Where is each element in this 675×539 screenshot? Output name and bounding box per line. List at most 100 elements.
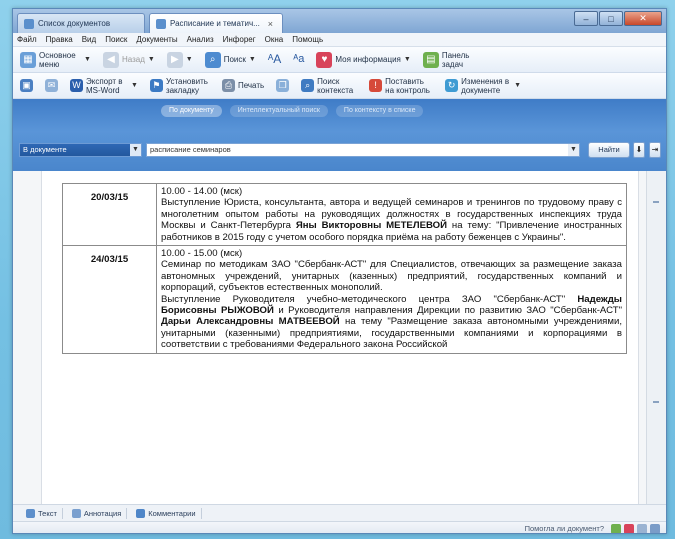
control-flag-icon: ! — [369, 79, 383, 92]
tab-label: Аннотация — [83, 508, 122, 518]
right-scroll-panel[interactable] — [646, 171, 666, 504]
search-mode-smart[interactable]: Интеллектуальный поиск — [229, 105, 328, 117]
forward-button[interactable]: ▶ ▼ — [164, 50, 196, 70]
tab-text[interactable]: Текст — [21, 507, 63, 519]
bookmark-icon: ⚑ — [149, 79, 163, 92]
bookmark-button[interactable]: ⚑ Установить закладку — [147, 75, 213, 97]
schedule-date: 20/03/15 — [62, 182, 157, 247]
chevron-down-icon: ▼ — [185, 56, 193, 63]
copy-icon: ❐ — [276, 79, 290, 92]
schedule-date: 24/03/15 — [62, 245, 157, 354]
control-button[interactable]: ! Поставить на контроль — [366, 75, 436, 97]
font-decrease-button[interactable]: ᴬa — [290, 53, 307, 66]
main-menu-button[interactable]: ▦ Основное меню ▼ — [17, 49, 94, 71]
printer-icon: ⎙ — [221, 79, 235, 92]
menu-analysis[interactable]: Анализ — [187, 35, 214, 44]
search-button[interactable]: ⌕ Поиск ▼ — [202, 50, 259, 70]
search-input[interactable]: расписание семинаров ▼ — [146, 143, 580, 157]
search-label: Поиск — [223, 55, 246, 64]
speaker-name: Дарьи Александровны МАТВЕЕВОЙ — [161, 316, 340, 328]
font-increase-button[interactable]: ᴬA — [265, 53, 284, 66]
context-search-label: Поиск контекста — [317, 76, 354, 95]
task-panel-label: Панель задач — [441, 50, 470, 69]
changes-icon: ↻ — [445, 79, 459, 92]
table-row: 24/03/15 10.00 - 15.00 (мск) Семинар по … — [62, 245, 627, 354]
schedule-time: 10.00 - 15.00 (мск) — [161, 248, 243, 260]
schedule-table: 20/03/15 10.00 - 14.00 (мск) Выступление… — [62, 182, 627, 354]
annotation-icon — [71, 508, 81, 518]
export-label: Экспорт в MS-Word — [86, 76, 123, 95]
tab-annotation[interactable]: Аннотация — [67, 507, 128, 519]
task-panel-button[interactable]: ▤ Панель задач — [420, 49, 479, 71]
status-bar: Помогла ли документ? — [13, 521, 666, 533]
control-label: Поставить на контроль — [385, 76, 430, 95]
arrow-right-icon: ⇥ — [651, 145, 659, 154]
export-word-button[interactable]: W Экспорт в MS-Word ▼ — [67, 75, 141, 97]
menu-edit[interactable]: Правка — [46, 35, 73, 44]
tab-document-list[interactable]: Список документов — [17, 13, 145, 33]
tab-label: Список документов — [38, 19, 111, 28]
bottom-tabs: Текст Аннотация Комментарии — [13, 504, 666, 521]
thumbs-down-icon[interactable] — [624, 524, 634, 533]
menu-file[interactable]: Файл — [17, 35, 37, 44]
zoom-icon[interactable] — [637, 524, 647, 533]
chevron-down-icon: ▼ — [130, 144, 141, 156]
search-mode-tabs: По документу Интеллектуальный поиск По к… — [161, 105, 424, 117]
schedule-time: 10.00 - 14.00 (мск) — [161, 186, 243, 197]
menu-help[interactable]: Помощь — [292, 35, 323, 44]
search-mode-document[interactable]: По документу — [161, 105, 222, 117]
magnifier-icon: ⌕ — [204, 51, 221, 68]
scroll-marker — [653, 201, 659, 203]
find-next-button[interactable]: ⇥ — [649, 142, 661, 158]
save-button[interactable]: ▣ — [17, 77, 36, 94]
chevron-down-icon: ▼ — [403, 56, 411, 63]
maximize-button[interactable]: □ — [599, 11, 623, 26]
close-tab-icon[interactable]: × — [268, 19, 273, 29]
document-icon — [156, 18, 166, 29]
feedback-question: Помогла ли документ? — [524, 524, 604, 533]
minimize-button[interactable]: – — [574, 11, 598, 26]
document-toolbar: ▣ ✉ W Экспорт в MS-Word ▼ ⚑ Установить з… — [13, 73, 666, 99]
menu-view[interactable]: Вид — [82, 35, 96, 44]
find-button[interactable]: Найти — [588, 142, 630, 158]
search-scope-select[interactable]: В документе ▼ — [19, 143, 142, 157]
search-query-value: расписание семинаров — [150, 145, 231, 154]
close-button[interactable]: ✕ — [624, 11, 662, 26]
schedule-text: Выступление Юриста, консультанта, автора… — [161, 197, 622, 243]
back-arrow-icon: ◀ — [102, 51, 119, 68]
context-search-button[interactable]: ⌕ Поиск контекста — [298, 75, 360, 97]
print-button[interactable]: ⎙ Печать — [219, 77, 267, 94]
menu-bar: Файл Правка Вид Поиск Документы Анализ И… — [13, 33, 666, 47]
tab-label: Комментарии — [148, 508, 196, 518]
chevron-down-icon: ▼ — [84, 56, 91, 63]
chevron-down-icon: ▼ — [568, 144, 579, 156]
menu-windows[interactable]: Окна — [265, 35, 284, 44]
table-row: 20/03/15 10.00 - 14.00 (мск) Выступление… — [62, 182, 627, 247]
chevron-down-icon: ▼ — [248, 56, 256, 63]
back-label: Назад — [121, 55, 145, 64]
tab-label: Текст — [38, 508, 57, 518]
tab-schedule[interactable]: Расписание и тематич... × — [149, 13, 283, 33]
copy-button[interactable]: ❐ — [273, 77, 292, 94]
chevron-down-icon: ▼ — [514, 82, 522, 89]
thumbs-up-icon[interactable] — [611, 524, 621, 533]
menu-inforeg[interactable]: Инфорег — [223, 35, 256, 44]
tab-comments[interactable]: Комментарии — [131, 507, 202, 519]
menu-documents[interactable]: Документы — [136, 35, 177, 44]
print-label: Печать — [237, 81, 265, 90]
menu-search[interactable]: Поиск — [105, 35, 127, 44]
speaker-name: Яны Викторовны МЕТЕЛЕВОЙ — [295, 220, 448, 232]
mail-button[interactable]: ✉ — [42, 77, 61, 94]
back-button[interactable]: ◀ Назад ▼ — [100, 50, 158, 70]
word-icon: W — [70, 79, 83, 92]
envelope-icon: ✉ — [45, 79, 58, 92]
heart-icon: ♥ — [316, 51, 333, 68]
layout-icon[interactable] — [650, 524, 660, 533]
search-mode-context[interactable]: По контексту в списке — [335, 105, 424, 117]
speech-text: Выступление Руководителя учебно-методиче… — [161, 294, 622, 351]
find-previous-button[interactable]: ⬇ — [633, 142, 645, 158]
chevron-down-icon: ▼ — [131, 82, 138, 89]
changes-button[interactable]: ↻ Изменения в документе ▼ — [442, 75, 524, 97]
chevron-down-icon: ▼ — [147, 56, 155, 63]
my-info-button[interactable]: ♥ Моя информация ▼ — [313, 50, 413, 70]
